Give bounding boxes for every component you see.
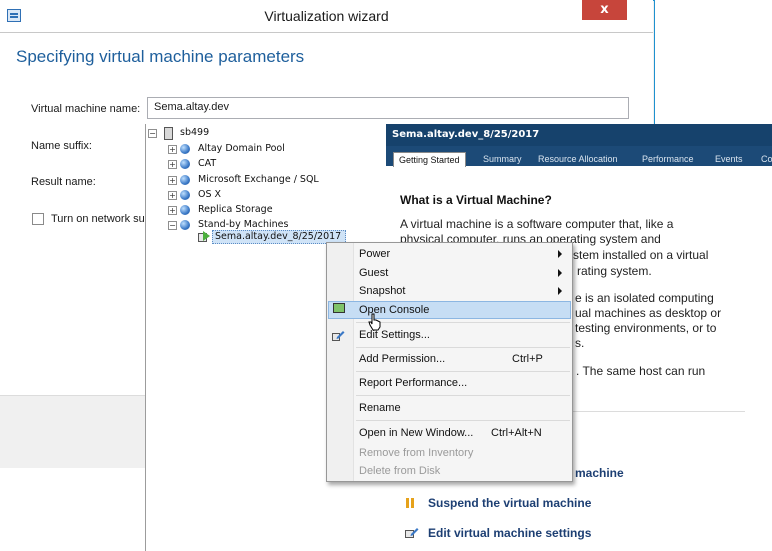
tree-item-replica-storage[interactable]: Replica Storage	[198, 204, 273, 216]
edit-settings-link[interactable]: Edit virtual machine settings	[428, 526, 591, 540]
menu-separator	[356, 371, 570, 372]
pause-icon	[406, 498, 416, 508]
pool-icon	[180, 205, 190, 215]
result-name-label: Result name:	[31, 176, 96, 188]
tree-root[interactable]: sb499	[180, 127, 209, 139]
menu-item-power[interactable]: Power	[359, 246, 390, 262]
pool-icon	[180, 144, 190, 154]
network-checkbox[interactable]	[32, 213, 44, 225]
menu-item-snapshot[interactable]: Snapshot	[359, 283, 405, 299]
collapse-icon[interactable]: −	[168, 221, 177, 230]
tab-performance[interactable]: Performance	[637, 152, 699, 166]
suspend-link[interactable]: Suspend the virtual machine	[428, 496, 591, 510]
pool-icon	[180, 159, 190, 169]
network-checkbox-label: Turn on network su	[51, 213, 145, 225]
vm-name-label: Virtual machine name:	[31, 103, 141, 115]
pool-icon	[180, 190, 190, 200]
edit-settings-icon	[405, 528, 419, 538]
server-icon	[164, 127, 173, 140]
paragraph-line: . The same host can run	[576, 364, 706, 378]
menu-item-delete-disk[interactable]: Delete from Disk	[359, 463, 440, 479]
menu-separator	[356, 420, 570, 421]
tree-item-os-x[interactable]: OS X	[198, 189, 221, 201]
menu-item-guest[interactable]: Guest	[359, 265, 388, 281]
selected-vm-label: Sema.altay.dev_8/25/2017	[215, 231, 342, 242]
edit-settings-icon	[332, 331, 345, 341]
menu-icon-gutter	[327, 243, 354, 481]
pool-icon	[180, 175, 190, 185]
hand-cursor-icon	[368, 313, 381, 331]
tree-item-cat[interactable]: CAT	[198, 158, 216, 170]
menu-item-open-new-window[interactable]: Open in New Window...	[359, 425, 473, 441]
menu-item-add-permission[interactable]: Add Permission...	[359, 351, 445, 367]
expand-icon[interactable]: +	[168, 145, 177, 154]
submenu-arrow-icon	[558, 250, 562, 258]
tab-events[interactable]: Events	[710, 152, 748, 166]
expand-icon[interactable]: +	[168, 160, 177, 169]
paragraph-line: ual machines as desktop or	[575, 306, 722, 320]
console-icon	[333, 303, 345, 313]
submenu-arrow-icon	[558, 287, 562, 295]
tree-item-microsoft-exchange[interactable]: Microsoft Exchange / SQL	[198, 174, 319, 186]
close-button[interactable]: x	[582, 0, 627, 20]
tree-item-altay-domain-pool[interactable]: Altay Domain Pool	[198, 143, 285, 155]
menu-item-remove-inventory[interactable]: Remove from Inventory	[359, 445, 473, 461]
pool-icon	[180, 220, 190, 230]
menu-separator	[356, 322, 570, 323]
vm-icon	[198, 231, 210, 242]
paragraph-line: A virtual machine is a software computer…	[400, 217, 674, 231]
paragraph-line: testing environments, or to	[575, 321, 717, 335]
paragraph-line: stem installed on a virtual	[573, 248, 709, 262]
menu-separator	[356, 395, 570, 396]
expand-icon[interactable]: +	[168, 206, 177, 215]
tab-summary[interactable]: Summary	[478, 152, 527, 166]
detail-title: Sema.altay.dev_8/25/2017	[392, 129, 540, 140]
tab-resource-allocation[interactable]: Resource Allocation	[533, 152, 623, 166]
paragraph-line: rating system.	[577, 264, 652, 278]
vm-name-input[interactable]: Sema.altay.dev	[147, 97, 629, 119]
power-on-link[interactable]: machine	[575, 466, 624, 480]
menu-item-report-performance[interactable]: Report Performance...	[359, 375, 467, 391]
expand-icon[interactable]: +	[168, 176, 177, 185]
collapse-icon[interactable]: −	[148, 129, 157, 138]
name-suffix-label: Name suffix:	[31, 140, 92, 152]
paragraph-line: s.	[575, 336, 585, 350]
window-title: Virtualization wizard	[264, 8, 389, 24]
section-title: What is a Virtual Machine?	[400, 193, 552, 207]
shortcut-label: Ctrl+P	[512, 353, 543, 365]
paragraph-line: e is an isolated computing	[575, 291, 714, 305]
shortcut-label: Ctrl+Alt+N	[491, 427, 542, 439]
tab-console[interactable]: Co	[756, 152, 772, 166]
tab-getting-started[interactable]: Getting Started	[393, 152, 466, 167]
submenu-arrow-icon	[558, 269, 562, 277]
menu-item-rename[interactable]: Rename	[359, 400, 401, 416]
expand-icon[interactable]: +	[168, 191, 177, 200]
page-heading: Specifying virtual machine parameters	[16, 47, 305, 66]
menu-separator	[356, 347, 570, 348]
